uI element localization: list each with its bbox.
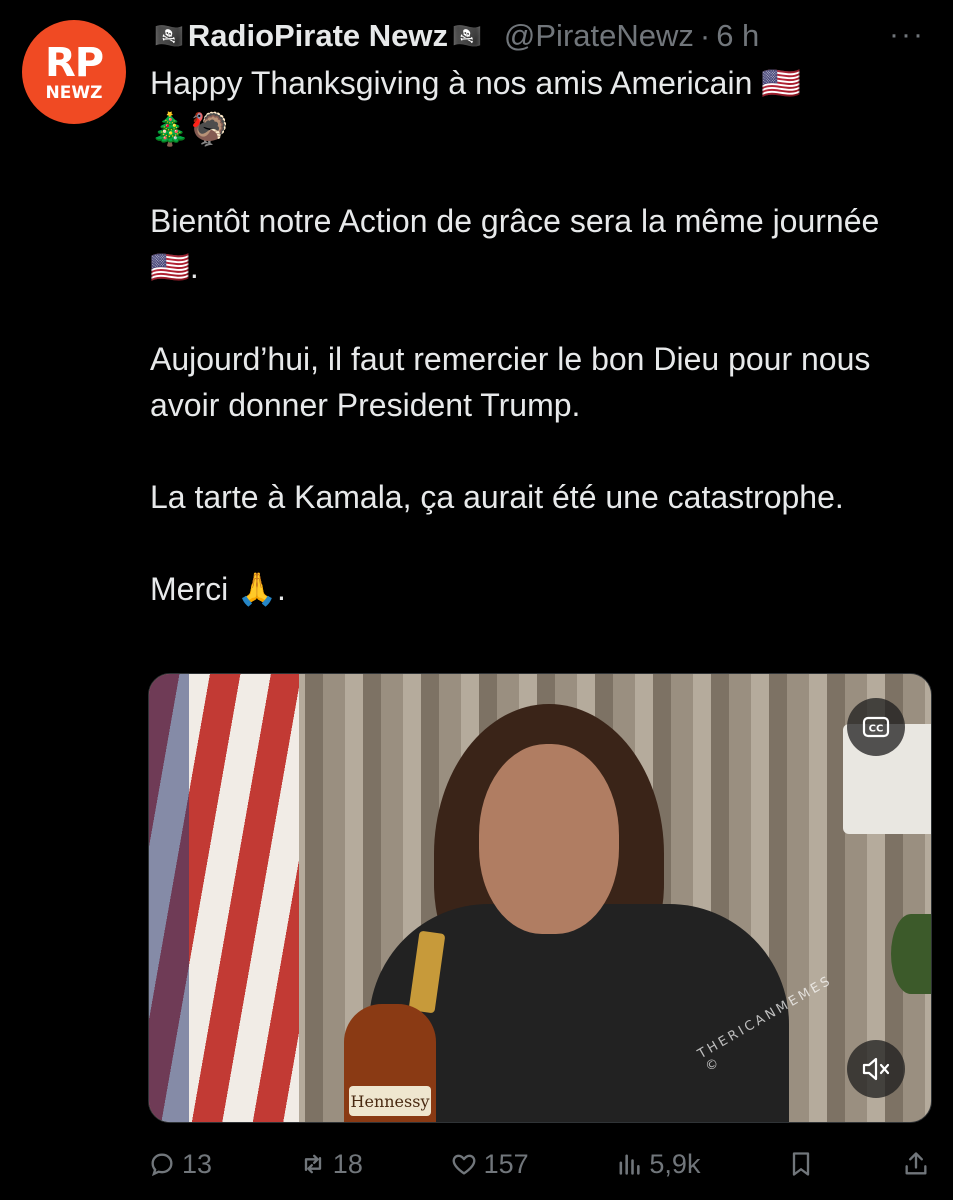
video-media[interactable]: Hennessy THERICANMEMES © CC xyxy=(148,673,932,1123)
repost-button[interactable]: 18 xyxy=(299,1149,363,1180)
separator-dot: · xyxy=(699,18,711,53)
tweet-header: 🏴‍☠️ RadioPirate Newz 🏴‍☠️ @PirateNewz ·… xyxy=(150,14,929,58)
timestamp[interactable]: 6 h xyxy=(716,18,759,54)
action-bar: 13 18 157 5,9k xyxy=(148,1140,930,1188)
repost-icon xyxy=(304,1154,321,1174)
pirate-flag-right: 🏴‍☠️ xyxy=(452,22,482,50)
person-face xyxy=(479,744,619,934)
like-count: 157 xyxy=(483,1148,529,1179)
closed-caption-button[interactable]: CC xyxy=(847,698,905,756)
views-count: 5,9k xyxy=(649,1148,701,1179)
views-button[interactable]: 5,9k xyxy=(615,1149,700,1180)
closed-caption-icon: CC xyxy=(862,716,890,738)
bookmark-icon xyxy=(793,1152,810,1176)
views-icon xyxy=(619,1154,641,1175)
avatar-text-rp: RP xyxy=(44,39,104,86)
avatar[interactable]: RP NEWZ xyxy=(22,20,126,124)
repost-count: 18 xyxy=(332,1148,363,1179)
svg-text:CC: CC xyxy=(869,724,884,735)
reply-button[interactable]: 13 xyxy=(148,1149,212,1180)
reply-icon xyxy=(151,1153,173,1177)
reply-count: 13 xyxy=(182,1148,213,1179)
pirate-flag-left: 🏴‍☠️ xyxy=(154,22,184,50)
display-name[interactable]: RadioPirate Newz xyxy=(188,18,448,54)
user-handle[interactable]: @PirateNewz xyxy=(504,18,694,54)
share-icon xyxy=(905,1152,927,1175)
avatar-text-newz: NEWZ xyxy=(45,82,103,103)
plant xyxy=(891,914,931,994)
more-options-icon[interactable]: ··· xyxy=(889,18,925,52)
heart-icon xyxy=(452,1154,475,1175)
mute-icon xyxy=(862,1057,890,1081)
mute-button[interactable] xyxy=(847,1040,905,1098)
bookmark-button[interactable] xyxy=(787,1150,815,1178)
bottle-label: Hennessy xyxy=(349,1086,431,1116)
like-button[interactable]: 157 xyxy=(450,1149,529,1180)
american-flag xyxy=(149,674,299,1122)
share-button[interactable] xyxy=(902,1150,930,1178)
tweet-text: Happy Thanksgiving à nos amis Americain … xyxy=(150,65,880,607)
